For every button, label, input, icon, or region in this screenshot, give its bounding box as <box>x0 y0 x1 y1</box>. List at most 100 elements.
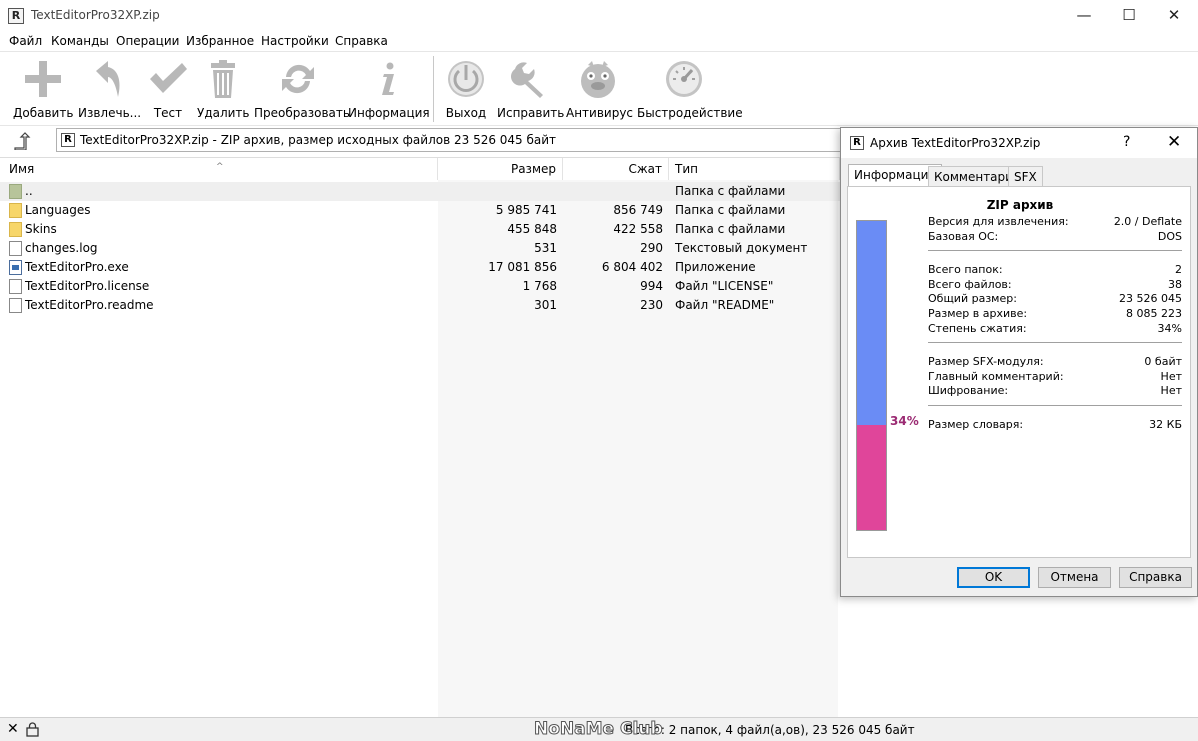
repair-label: Исправить <box>497 106 565 120</box>
add-button[interactable]: Добавить <box>13 52 73 126</box>
test-label: Тест <box>153 106 183 120</box>
address-text: TextEditorPro32XP.zip - ZIP архив, разме… <box>80 133 557 147</box>
up-folder-icon[interactable] <box>12 132 32 150</box>
status-bar: ✕ Всего: 2 папок, 4 файл(а,ов), 23 526 0… <box>0 717 1198 741</box>
info-separator <box>928 250 1182 252</box>
close-archive-icon[interactable]: ✕ <box>7 722 19 736</box>
convert-label: Преобразовать <box>254 106 350 120</box>
column-header-packed[interactable]: Сжат <box>563 158 669 180</box>
info-value: Нет <box>1160 369 1182 383</box>
file-packed: 6 804 402 <box>601 260 663 274</box>
file-name: Skins <box>25 222 57 236</box>
file-size: 531 <box>534 241 557 255</box>
info-value: 23 526 045 <box>1119 292 1182 306</box>
menu-settings[interactable]: Настройки <box>261 34 329 48</box>
delete-label: Удалить <box>197 106 250 120</box>
file-icon <box>9 279 22 294</box>
file-row[interactable]: Languages 5 985 741 856 749 Папка с файлами <box>0 201 840 220</box>
file-row[interactable]: TextEditorPro.exe 17 081 856 6 804 402 Прил… <box>0 258 840 277</box>
file-row[interactable]: .. Папка с файлами <box>0 182 840 201</box>
file-size: 17 081 856 <box>488 260 557 274</box>
maximize-button[interactable]: ☐ <box>1106 0 1152 31</box>
file-packed: 994 <box>640 279 663 293</box>
file-type: Текстовый документ <box>675 241 808 255</box>
antivirus-icon <box>581 61 615 98</box>
file-row[interactable]: TextEditorPro.license 1 768 994 Файл "LICEN… <box>0 277 840 296</box>
title-bar: R TextEditorPro32XP.zip — ☐ ✕ <box>0 0 1198 31</box>
info-key: Главный комментарий: <box>928 369 1064 383</box>
toolbar-separator <box>433 56 434 122</box>
file-name: changes.log <box>25 241 98 255</box>
status-text: Всего: 2 папок, 4 файл(а,ов), 23 526 045… <box>625 723 915 737</box>
extract-arrow-icon <box>96 61 120 97</box>
close-button[interactable]: ✕ <box>1151 0 1197 31</box>
file-type: Папка с файлами <box>675 184 786 198</box>
window-title: TextEditorPro32XP.zip <box>31 8 160 22</box>
info-key: Общий размер: <box>928 292 1017 306</box>
convert-button[interactable]: Преобразовать <box>254 52 350 126</box>
info-key: Размер SFX-модуля: <box>928 355 1044 369</box>
convert-icon <box>282 64 314 94</box>
lock-icon[interactable] <box>26 722 39 737</box>
info-key: Базовая ОС: <box>928 229 999 243</box>
column-header-size[interactable]: Размер <box>438 158 563 180</box>
info-button[interactable]: Информация <box>348 52 430 126</box>
tab-sfx[interactable]: SFX <box>1008 166 1043 187</box>
test-button[interactable]: Тест <box>143 52 193 126</box>
info-key: Версия для извлечения: <box>928 215 1069 228</box>
column-header-name[interactable]: Имя ^ <box>0 158 438 180</box>
menu-help[interactable]: Справка <box>335 34 388 48</box>
exit-button[interactable]: Выход <box>441 52 491 126</box>
repair-button[interactable]: Исправить <box>497 52 565 126</box>
file-packed: 856 749 <box>613 203 663 217</box>
column-header-type[interactable]: Тип <box>669 158 840 180</box>
exit-label: Выход <box>445 106 487 120</box>
file-size: 301 <box>534 298 557 312</box>
info-key: Размер в архиве: <box>928 307 1028 320</box>
dialog-app-icon: R <box>850 136 864 150</box>
benchmark-button[interactable]: Быстродействие <box>637 52 743 126</box>
info-row: Базовая ОС: DOS <box>928 230 1182 245</box>
file-row[interactable]: Skins 455 848 422 558 Папка с файлами <box>0 220 840 239</box>
menu-file[interactable]: Файл <box>9 34 42 48</box>
extract-label: Извлечь... <box>78 106 142 120</box>
info-value: 2.0 / Deflate <box>1113 215 1182 228</box>
dialog-close-button[interactable]: ✕ <box>1167 132 1181 152</box>
antivirus-button[interactable]: Антивирус <box>566 52 633 126</box>
help-button[interactable]: Справка <box>1119 567 1192 588</box>
info-row: Главный комментарий: Нет <box>928 370 1182 385</box>
file-packed: 230 <box>640 298 663 312</box>
trash-icon <box>211 60 235 98</box>
file-size: 455 848 <box>507 222 557 236</box>
add-label: Добавить <box>13 106 74 120</box>
cancel-button[interactable]: Отмена <box>1038 567 1111 588</box>
dialog-help-button[interactable]: ? <box>1123 134 1130 150</box>
sort-ascending-icon: ^ <box>216 162 224 172</box>
archive-icon: R <box>61 133 75 147</box>
info-key: Всего папок: <box>928 263 1003 277</box>
minimize-button[interactable]: — <box>1061 0 1107 31</box>
menu-favorites[interactable]: Избранное <box>186 34 254 48</box>
folder-icon <box>9 222 22 237</box>
file-row[interactable]: changes.log 531 290 Текстовый документ <box>0 239 840 258</box>
delete-button[interactable]: Удалить <box>197 52 250 126</box>
extract-button[interactable]: Извлечь... <box>78 52 142 126</box>
menu-operations[interactable]: Операции <box>116 34 179 48</box>
info-value: Нет <box>1160 384 1182 398</box>
info-value: 34% <box>1157 321 1182 335</box>
menu-commands[interactable]: Команды <box>51 34 109 48</box>
info-value: DOS <box>1157 229 1182 243</box>
info-panel: ZIP архив 34% Версия для извлечения: 2.0 … <box>847 186 1191 558</box>
file-packed: 422 558 <box>613 222 663 236</box>
file-name: Languages <box>25 203 91 217</box>
text-file-icon <box>9 241 22 256</box>
ok-button[interactable]: OK <box>957 567 1030 588</box>
file-row[interactable]: TextEditorPro.readme 301 230 Файл "README" <box>0 296 840 315</box>
file-type: Приложение <box>675 260 756 274</box>
info-value: 32 КБ <box>1149 418 1182 431</box>
info-value: 2 <box>1175 263 1182 277</box>
checkmark-icon <box>150 63 187 93</box>
info-key: Шифрование: <box>928 384 1009 398</box>
info-key: Всего файлов: <box>928 277 1012 291</box>
info-row: Всего файлов: 38 <box>928 278 1182 293</box>
